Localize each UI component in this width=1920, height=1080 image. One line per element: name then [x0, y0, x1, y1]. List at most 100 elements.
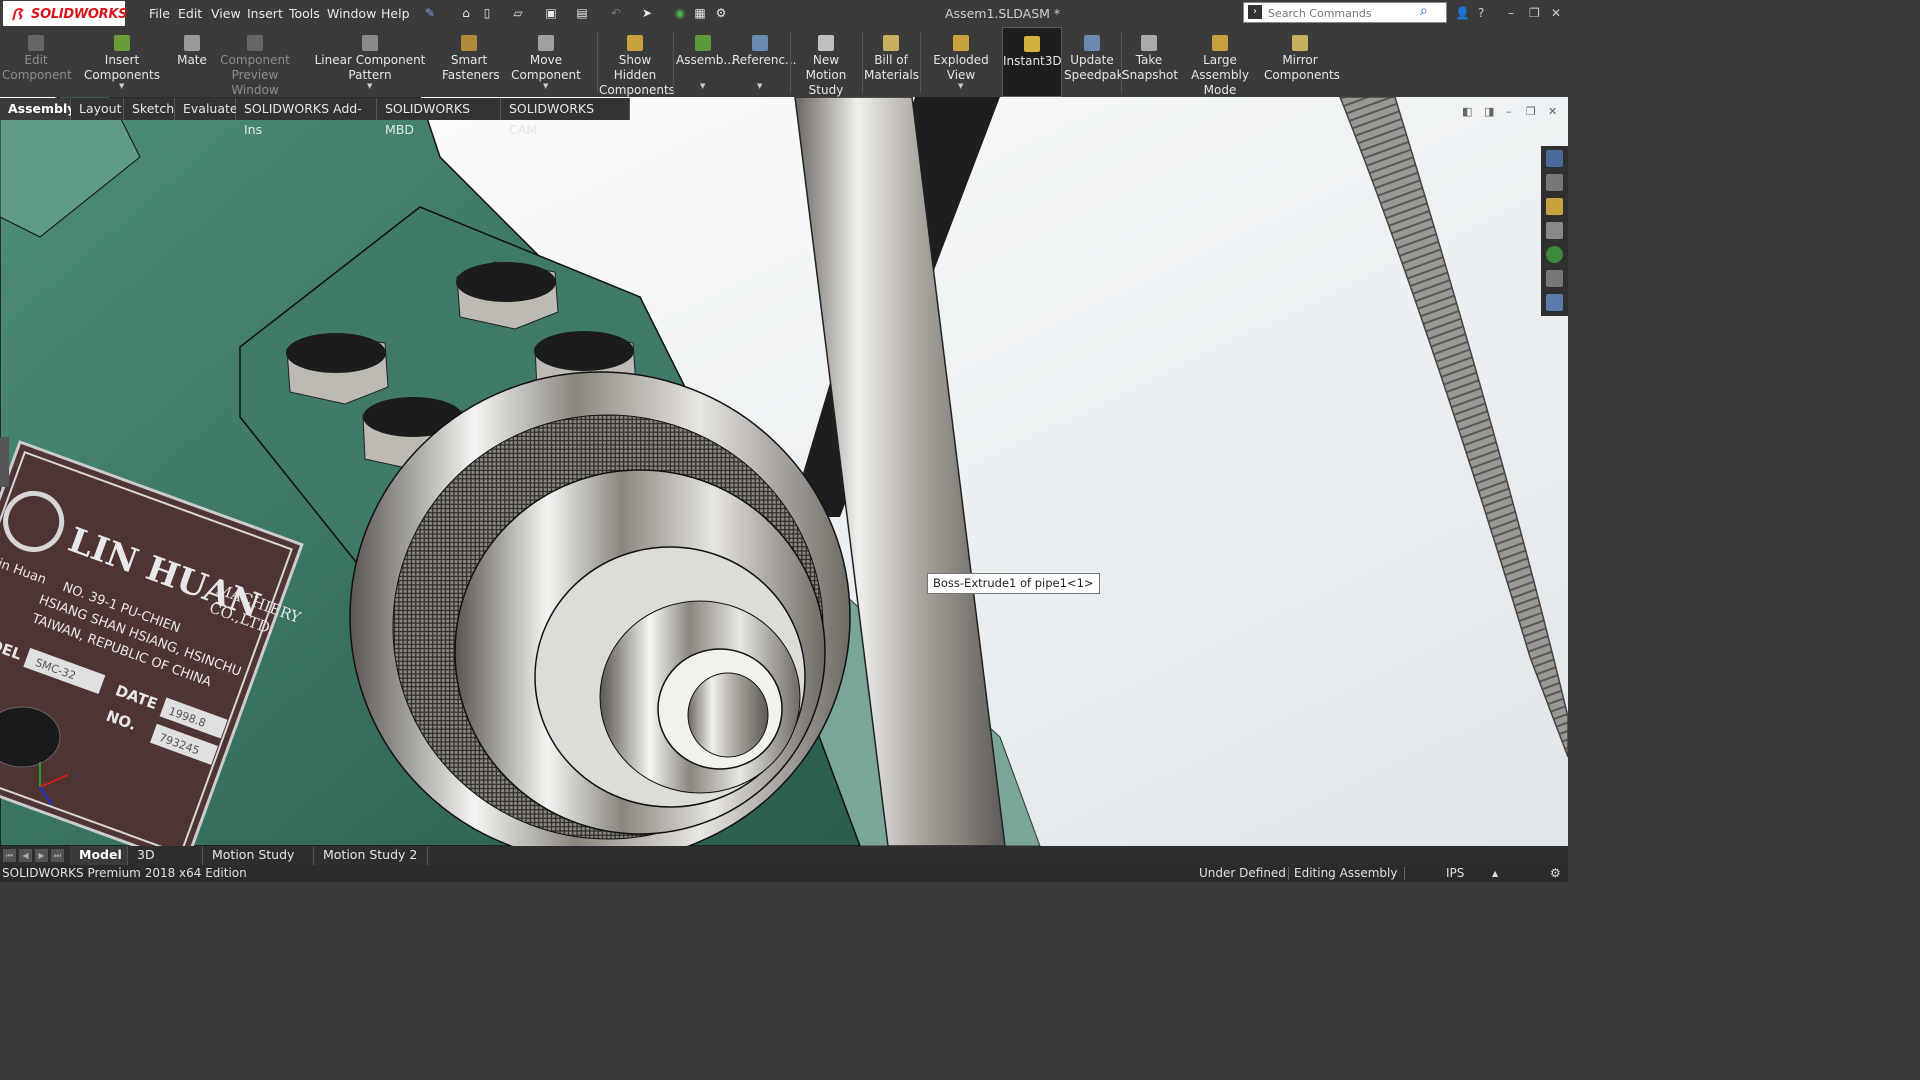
status-separator [1404, 867, 1405, 880]
next-tab-icon[interactable]: ▶ [35, 849, 48, 862]
new-motion-study-button[interactable]: New Motion Study [792, 27, 860, 97]
pin-icon[interactable]: ✎ [423, 6, 437, 20]
hover-tooltip: Boss-Extrude1 of pipe1<1> [927, 573, 1100, 594]
view-palette-icon[interactable] [1546, 222, 1563, 239]
forum-icon[interactable] [1546, 294, 1563, 311]
mate-button[interactable]: Mate [174, 27, 210, 97]
edit-component-icon [28, 35, 44, 51]
edit-component-button[interactable]: Edit Component [2, 27, 72, 97]
appearances-icon[interactable] [1546, 246, 1563, 263]
tab-evaluate[interactable]: Evaluate [175, 98, 238, 120]
model-scene[interactable]: LIN HUAN MACHIERY CO.,LTD. Lin Huan NO. … [0, 97, 1568, 846]
large-assembly-mode-button[interactable]: Large Assembly Mode [1178, 27, 1262, 97]
chevron-down-icon[interactable]: ▼ [757, 79, 762, 94]
bill-of-materials-button[interactable]: Bill of Materials [864, 27, 919, 97]
graphics-area[interactable]: LIN HUAN MACHIERY CO.,LTD. Lin Huan NO. … [0, 97, 1568, 846]
prev-tab-icon[interactable]: ◀ [19, 849, 32, 862]
ribbon-separator [673, 31, 674, 93]
minimize-icon[interactable]: – [1508, 6, 1514, 20]
chevron-down-icon[interactable]: ▼ [958, 79, 963, 94]
viewport-tile-icon[interactable]: ◧ [1462, 105, 1472, 118]
edition-label: SOLIDWORKS Premium 2018 x64 Edition [2, 866, 247, 880]
save-icon[interactable]: ▣ [544, 6, 558, 20]
menu-tools[interactable]: Tools [289, 6, 320, 21]
tab-addins[interactable]: SOLIDWORKS Add-Ins [236, 98, 377, 137]
help-icon[interactable]: ? [1478, 6, 1484, 20]
linear-pattern-icon [362, 35, 378, 51]
viewport-split-icon[interactable]: ◨ [1484, 105, 1494, 118]
ribbon-separator [597, 31, 598, 93]
menu-window[interactable]: Window [327, 6, 376, 21]
customize-status-icon[interactable]: ⚙ [1550, 865, 1561, 882]
component-preview-button[interactable]: Component Preview Window [212, 27, 298, 97]
chuck[interactable] [349, 371, 851, 846]
mirror-components-button[interactable]: Mirror Components [1264, 27, 1340, 97]
custom-properties-icon[interactable] [1546, 270, 1563, 287]
resources-home-icon[interactable] [1546, 150, 1563, 167]
menu-insert[interactable]: Insert [247, 6, 283, 21]
feature-tree-toggle[interactable] [0, 437, 9, 487]
definition-state: Under Defined [1199, 866, 1286, 880]
chevron-down-icon[interactable]: ▼ [543, 79, 548, 94]
chevron-down-icon[interactable]: ▼ [119, 79, 124, 94]
insert-components-button[interactable]: Insert Components ▼ [72, 27, 172, 97]
restore-icon[interactable]: ❐ [1529, 6, 1540, 20]
tab-3d-views[interactable]: 3D Views [128, 846, 203, 880]
linear-pattern-button[interactable]: Linear Component Pattern ▼ [300, 27, 440, 97]
mirror-components-icon [1292, 35, 1308, 51]
select-icon[interactable]: ➤ [640, 6, 654, 20]
solidworks-logo[interactable]: Ꟗ SOLIDWORKS [3, 1, 127, 26]
move-component-button[interactable]: Move Component ▼ [498, 27, 594, 97]
ds-logo-icon: Ꟗ [11, 5, 22, 24]
smart-fasteners-button[interactable]: Smart Fasteners [442, 27, 500, 97]
viewport-restore-icon[interactable]: ❐ [1526, 105, 1536, 118]
tab-model[interactable]: Model [70, 846, 128, 865]
chevron-down-icon[interactable]: ▼ [700, 79, 705, 94]
chevron-down-icon[interactable]: ▼ [367, 79, 372, 94]
bottom-tabs: ⏮ ◀ ▶ ⏭ Model 3D Views Motion Study 1 Mo… [0, 846, 1568, 880]
units-chevron-icon[interactable]: ▲ [1492, 865, 1498, 882]
viewport-minimize-icon[interactable]: – [1506, 105, 1512, 118]
tab-sketch[interactable]: Sketch [124, 98, 175, 120]
tab-motion-study-1[interactable]: Motion Study 1 [203, 846, 314, 880]
file-explorer-icon[interactable] [1546, 198, 1563, 215]
undo-icon[interactable]: ↶ [609, 6, 623, 20]
search-input[interactable] [1266, 4, 1420, 23]
reference-geometry-button[interactable]: Referenc... ▼ [732, 27, 797, 97]
assembly-features-button[interactable]: Assemb... ▼ [676, 27, 735, 97]
tab-assembly[interactable]: Assembly [0, 98, 75, 120]
first-tab-icon[interactable]: ⏮ [3, 849, 16, 862]
close-icon[interactable]: ✕ [1551, 6, 1561, 20]
tab-mbd[interactable]: SOLIDWORKS MBD [377, 98, 501, 137]
new-document-icon[interactable]: ▯ [480, 6, 494, 20]
command-manager: Edit Component Insert Components ▼ Mate … [0, 27, 1568, 98]
bom-icon [883, 35, 899, 51]
search-commands[interactable]: › ⌕ [1243, 2, 1447, 23]
viewport-close-icon[interactable]: ✕ [1548, 105, 1557, 118]
menu-edit[interactable]: Edit [178, 6, 202, 21]
options-gear-icon[interactable]: ⚙ [714, 6, 728, 20]
instant3d-button[interactable]: Instant3D [1002, 27, 1062, 97]
rebuild-icon[interactable]: ◉ [673, 6, 687, 20]
exploded-view-button[interactable]: Exploded View ▼ [922, 27, 1000, 97]
menu-view[interactable]: View [211, 6, 241, 21]
search-icon[interactable]: ⌕ [1420, 3, 1428, 19]
show-hidden-button[interactable]: Show Hidden Components [599, 27, 675, 97]
open-icon[interactable]: ▱ [511, 6, 525, 20]
home-icon[interactable]: ⌂ [459, 6, 473, 20]
tab-cam[interactable]: SOLIDWORKS CAM [501, 98, 630, 137]
file-properties-icon[interactable]: ▦ [693, 6, 707, 20]
design-library-icon[interactable] [1546, 174, 1563, 191]
menu-help[interactable]: Help [381, 6, 410, 21]
tab-motion-study-2[interactable]: Motion Study 2 [314, 846, 428, 865]
bolt[interactable] [286, 333, 389, 405]
unit-system[interactable]: IPS [1446, 865, 1464, 882]
tab-layout[interactable]: Layout [71, 98, 124, 120]
take-snapshot-button[interactable]: Take Snapshot [1122, 27, 1178, 97]
print-icon[interactable]: ▤ [575, 6, 589, 20]
last-tab-icon[interactable]: ⏭ [51, 849, 64, 862]
user-icon[interactable]: 👤 [1455, 6, 1470, 20]
update-speedpak-button[interactable]: Update Speedpak [1064, 27, 1124, 97]
menu-file[interactable]: File [149, 6, 170, 21]
editing-mode: Editing Assembly [1294, 866, 1398, 880]
